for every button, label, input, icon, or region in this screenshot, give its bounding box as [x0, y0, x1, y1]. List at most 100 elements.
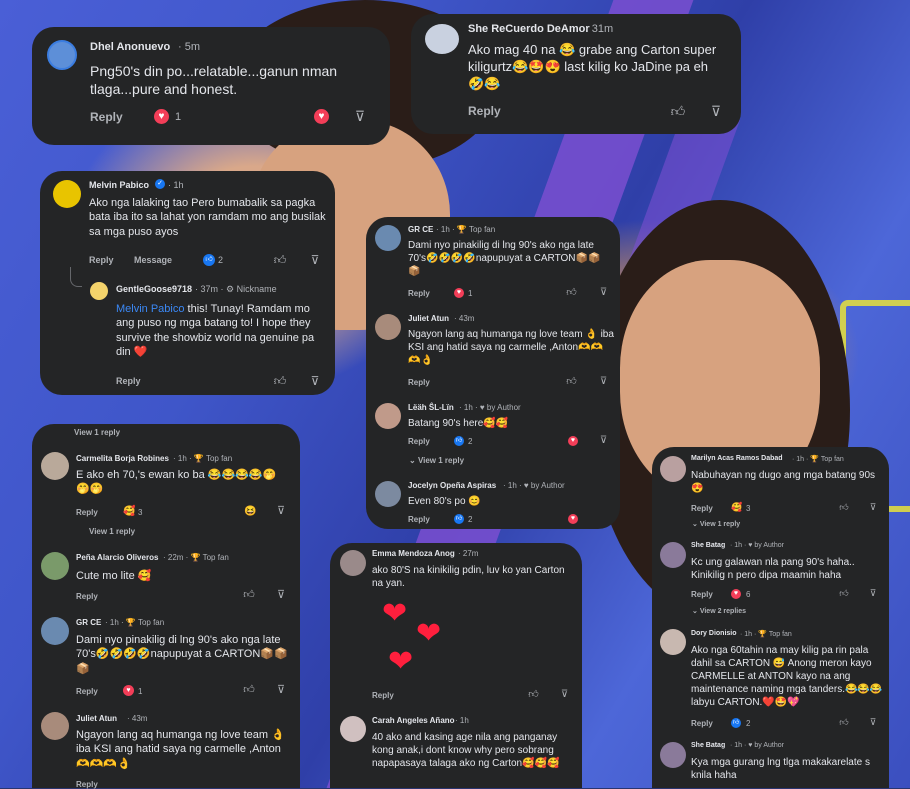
like-icon[interactable]: 👍︎	[273, 254, 287, 266]
view-replies-link[interactable]: View 1 reply	[89, 527, 135, 536]
reply-button[interactable]: Reply	[89, 255, 114, 265]
like-icon[interactable]: 👍︎	[839, 589, 849, 598]
reply-button[interactable]: Reply	[468, 104, 501, 118]
haha-icon[interactable]: 😆	[244, 506, 256, 517]
avatar[interactable]	[53, 180, 81, 208]
avatar[interactable]	[375, 314, 401, 340]
avatar[interactable]	[41, 617, 69, 645]
view-replies-link[interactable]: ⌄ View 1 reply	[409, 456, 464, 465]
commenter-name[interactable]: Carah Angeles Añano	[372, 716, 455, 725]
like-icon[interactable]: 👍︎	[528, 690, 539, 700]
reply-button[interactable]: Reply	[408, 515, 430, 524]
commenter-name[interactable]: Juliet Atun	[76, 714, 117, 723]
like-icon[interactable]: 👍︎	[839, 503, 849, 512]
avatar[interactable]	[41, 452, 69, 480]
timestamp: · 1h · ♥ by Author	[730, 542, 784, 549]
like-reaction-icon: 👍︎	[203, 254, 215, 266]
commenter-name[interactable]: She Batag	[691, 742, 725, 749]
commenter-name[interactable]: She Batag	[691, 542, 725, 549]
avatar[interactable]	[340, 550, 366, 576]
dislike-icon[interactable]: ⊽	[308, 254, 322, 266]
avatar[interactable]	[41, 712, 69, 740]
dislike-icon[interactable]: ⊽	[352, 109, 368, 123]
like-icon[interactable]: 👍︎	[566, 288, 577, 298]
dislike-icon[interactable]: ⊽	[308, 375, 322, 387]
commenter-name[interactable]: GentleGoose9718	[116, 284, 192, 294]
avatar[interactable]	[90, 282, 108, 300]
reply-button[interactable]: Reply	[76, 508, 98, 517]
like-icon[interactable]: 👍︎	[273, 375, 287, 387]
like-icon[interactable]: 👍︎	[670, 104, 686, 118]
reaction-icons: 🥰	[731, 502, 743, 512]
love-button-icon[interactable]: ♥	[314, 109, 329, 124]
dislike-icon[interactable]: ⊽	[598, 288, 609, 298]
commenter-name[interactable]: Juliet Atun	[408, 314, 449, 323]
reply-button[interactable]: Reply	[76, 592, 98, 601]
like-icon[interactable]: 👍︎	[839, 718, 849, 727]
view-replies-link[interactable]: ⌄ View 2 replies	[692, 607, 746, 615]
avatar[interactable]	[660, 456, 686, 482]
reply-button[interactable]: Reply	[691, 504, 713, 513]
avatar[interactable]	[375, 481, 401, 507]
reply-button[interactable]: Reply	[408, 378, 430, 387]
avatar[interactable]	[660, 629, 686, 655]
reply-button[interactable]: Reply	[691, 590, 713, 599]
avatar[interactable]	[41, 552, 69, 580]
comment-text: Ako nga lalaking tao Pero bumabalik sa p…	[89, 197, 326, 238]
comment-list-card: GR CE · 1h · 🏆 Top fan Dami nyo pinakili…	[366, 217, 620, 529]
commenter-name[interactable]: Dory Dionisio	[691, 630, 737, 637]
message-button[interactable]: Message	[134, 255, 172, 265]
commenter-name[interactable]: Melvin Pabico	[89, 180, 149, 190]
avatar[interactable]	[47, 40, 77, 70]
commenter-name[interactable]: She ReCuerdo DeAmor	[468, 23, 590, 35]
like-icon[interactable]: 👍︎	[243, 685, 255, 696]
commenter-name[interactable]: Jocelyn Opeña Aspiras	[408, 481, 496, 490]
view-replies-link[interactable]: View 1 reply	[74, 428, 120, 437]
commenter-name[interactable]: Emma Mendoza Anog	[372, 549, 455, 558]
commenter-name[interactable]: Marilyn Acas Ramos Dabad	[691, 455, 783, 462]
reaction-count: 3	[138, 508, 143, 517]
love-button-icon[interactable]: ♥	[568, 436, 578, 446]
timestamp: · 1h · ♥ by Author	[459, 403, 521, 412]
timestamp: · 37m · ⚙ Nickname	[195, 284, 277, 294]
like-icon[interactable]: 👍︎	[243, 590, 255, 601]
dislike-icon[interactable]: ⊽	[868, 718, 878, 727]
reply-button[interactable]: Reply	[408, 437, 430, 446]
dislike-icon[interactable]: ⊽	[598, 436, 609, 446]
timestamp: · 31m	[585, 23, 614, 35]
reply-button[interactable]: Reply	[116, 376, 141, 386]
commenter-name[interactable]: Dhel Anonuevo	[90, 41, 170, 53]
commenter-name[interactable]: Lëäh ŜL-Lïn	[408, 403, 454, 412]
reply-button[interactable]: Reply	[90, 110, 123, 124]
commenter-name[interactable]: Carmelita Borja Robines	[76, 454, 169, 463]
comment-text: Dami nyo pinakilig di lng 90's ako nga l…	[76, 634, 288, 675]
avatar[interactable]	[375, 403, 401, 429]
dislike-icon[interactable]: ⊽	[275, 685, 287, 696]
dislike-icon[interactable]: ⊽	[275, 506, 287, 517]
comment-text: Kya mga gurang lng tlga makakarelate s k…	[691, 757, 870, 781]
dislike-icon[interactable]: ⊽	[868, 589, 878, 598]
dislike-icon[interactable]: ⊽	[868, 503, 878, 512]
mention-link[interactable]: Melvin Pabico	[116, 303, 184, 315]
like-icon[interactable]: 👍︎	[566, 377, 577, 387]
dislike-icon[interactable]: ⊽	[559, 690, 570, 700]
avatar[interactable]	[660, 742, 686, 768]
avatar[interactable]	[660, 542, 686, 568]
reply-button[interactable]: Reply	[76, 687, 98, 696]
reply-button[interactable]: Reply	[372, 691, 394, 700]
comment-list-card: View 1 reply Carmelita Borja Robines · 1…	[32, 424, 300, 789]
dislike-icon[interactable]: ⊽	[598, 377, 609, 387]
dislike-icon[interactable]: ⊽	[708, 104, 724, 118]
commenter-name[interactable]: GR CE	[76, 618, 101, 627]
reply-button[interactable]: Reply	[691, 719, 713, 728]
avatar[interactable]	[425, 24, 459, 54]
avatar[interactable]	[375, 225, 401, 251]
commenter-name[interactable]: Peña Alarcio Oliveros	[76, 553, 158, 562]
love-button-icon[interactable]: ♥	[568, 514, 578, 524]
timestamp: · 22m · 🏆 Top fan	[163, 553, 229, 562]
reply-button[interactable]: Reply	[408, 289, 430, 298]
commenter-name[interactable]: GR CE	[408, 225, 433, 234]
avatar[interactable]	[340, 716, 366, 742]
view-replies-link[interactable]: ⌄ View 1 reply	[692, 520, 740, 528]
dislike-icon[interactable]: ⊽	[275, 590, 287, 601]
